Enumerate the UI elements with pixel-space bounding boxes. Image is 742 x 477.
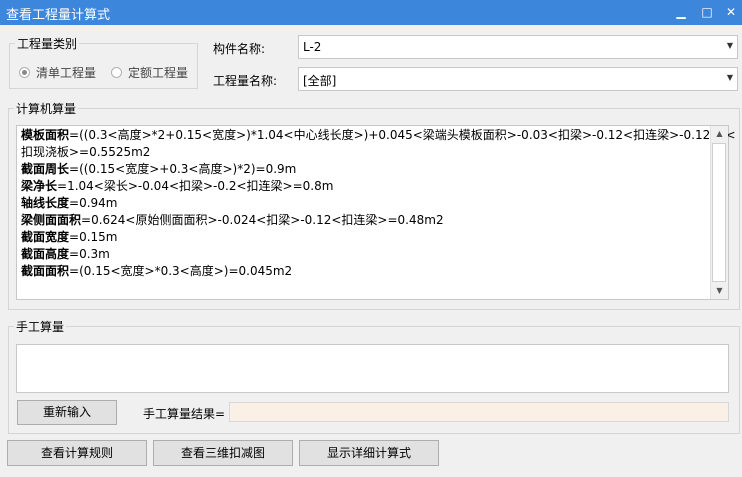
manual-result-field[interactable]	[229, 402, 729, 422]
quantity-name-label: 工程量名称:	[213, 74, 278, 88]
calc-line: 截面高度=0.3m	[21, 247, 110, 261]
component-name-label: 构件名称:	[213, 42, 266, 56]
radio-checked-icon	[19, 67, 30, 78]
quantity-name-value: [全部]	[303, 74, 337, 88]
chevron-down-icon: ▼	[726, 41, 733, 50]
manual-calc-input[interactable]	[16, 344, 729, 393]
calc-line: 截面宽度=0.15m	[21, 230, 118, 244]
radio-label: 清单工程量	[36, 66, 97, 80]
calc-line: 梁侧面面积=0.624<原始侧面面积>-0.024<扣梁>-0.12<扣连梁>=…	[21, 213, 444, 227]
reinput-button[interactable]: 重新输入	[17, 400, 117, 425]
calc-line: 轴线长度=0.94m	[21, 196, 118, 210]
radio-unchecked-icon	[111, 67, 122, 78]
chevron-down-icon: ▼	[726, 73, 733, 82]
title-bar: 查看工程量计算式 ▁ □ ✕	[0, 0, 742, 25]
manual-result-label: 手工算量结果=	[143, 407, 226, 421]
calc-lines: 模板面积=((0.3<高度>*2+0.15<宽度>)*1.04<中心线长度>)+…	[21, 127, 736, 280]
category-group-label: 工程量类别	[15, 35, 80, 52]
quantity-name-select[interactable]: [全部] ▼	[298, 67, 738, 91]
show-detail-button[interactable]: 显示详细计算式	[299, 440, 439, 466]
component-name-select[interactable]: L-2 ▼	[298, 35, 738, 59]
view-3d-deduction-button[interactable]: 查看三维扣减图	[153, 440, 293, 466]
calc-line: 梁净长=1.04<梁长>-0.04<扣梁>-0.2<扣连梁>=0.8m	[21, 179, 334, 193]
radio-label: 定额工程量	[128, 66, 189, 80]
vertical-scrollbar[interactable]: ▲ ▼	[710, 126, 728, 299]
scroll-up-icon[interactable]: ▲	[711, 126, 728, 142]
view-rules-button[interactable]: 查看计算规则	[7, 440, 147, 466]
computer-calc-label: 计算机算量	[14, 100, 79, 117]
manual-calc-label: 手工算量	[14, 318, 67, 335]
calc-line: 截面周长=((0.15<宽度>+0.3<高度>)*2)=0.9m	[21, 162, 297, 176]
calc-line: 模板面积=((0.3<高度>*2+0.15<宽度>)*1.04<中心线长度>)+…	[21, 128, 736, 142]
radio-bill-quantity[interactable]: 清单工程量	[19, 64, 96, 81]
scroll-thumb[interactable]	[712, 143, 726, 282]
component-name-value: L-2	[303, 40, 322, 54]
scroll-down-icon[interactable]: ▼	[711, 283, 728, 299]
calc-line: 扣现浇板>=0.5525m2	[21, 145, 151, 159]
calc-line: 截面面积=(0.15<宽度>*0.3<高度>)=0.045m2	[21, 264, 293, 278]
radio-norm-quantity[interactable]: 定额工程量	[111, 64, 188, 81]
close-button[interactable]: ✕	[716, 0, 742, 25]
window-title: 查看工程量计算式	[6, 8, 111, 23]
computer-calc-text[interactable]: 模板面积=((0.3<高度>*2+0.15<宽度>)*1.04<中心线长度>)+…	[16, 125, 736, 300]
